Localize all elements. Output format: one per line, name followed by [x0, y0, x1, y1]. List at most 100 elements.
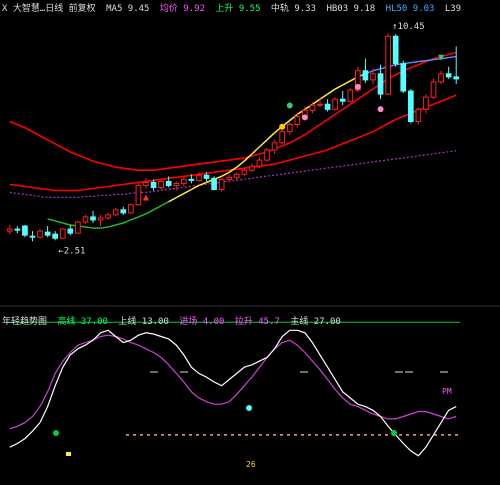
candle-body-33	[256, 159, 263, 167]
mid-line-seg-31	[236, 160, 245, 168]
osc-signal-dot-2	[391, 430, 397, 436]
osc-marker-26: 26	[246, 460, 256, 469]
candle-body-15	[120, 209, 127, 214]
candle-body-13	[105, 214, 111, 219]
mid-line-seg-33	[251, 146, 260, 155]
candle-body-14	[112, 209, 119, 216]
mid-line-seg-24	[183, 188, 192, 195]
candle-body-4	[37, 230, 43, 238]
candle-body-2	[22, 225, 28, 236]
candle-body-38	[294, 115, 301, 126]
candle-body-11	[90, 216, 96, 221]
header-item-6: HL50 9.03	[385, 4, 435, 14]
mid-line-seg-35	[266, 132, 276, 141]
header-item-5: HB03 9.18	[326, 4, 376, 14]
sub-item-0: 年轻趋势图	[2, 317, 48, 327]
header-item-0: X 大智慧…日线 前复权	[2, 4, 96, 14]
candle-body-12	[97, 217, 104, 221]
mid-line-seg-25	[191, 184, 200, 191]
header-item-3: 上升 9.55	[215, 4, 261, 14]
candle-body-31	[241, 169, 248, 175]
header-item-1: MA5 9.45	[106, 4, 150, 14]
mid-line-seg-56	[425, 58, 434, 62]
signal-dot-2	[286, 102, 293, 109]
mid-line-seg-54	[410, 60, 419, 64]
header-item-2: 均价 9.92	[159, 4, 205, 14]
mid-line-seg-45	[342, 80, 351, 86]
candle-body-51	[392, 35, 399, 65]
candle-body-57	[438, 73, 444, 83]
candle-body-48	[370, 73, 376, 81]
candle-body-41	[317, 103, 323, 106]
signal-dot-4	[354, 83, 361, 90]
mid-line-seg-7	[54, 220, 63, 224]
sub-item-2: 上线 13.00	[118, 317, 169, 327]
candle-body-49	[377, 73, 384, 95]
candle-body-55	[423, 96, 429, 110]
osc-marker-box	[66, 452, 71, 456]
lower-band-line	[9, 94, 457, 192]
mid-line-seg-8	[62, 222, 71, 226]
candle-body-36	[279, 131, 286, 144]
candle-body-24	[188, 178, 195, 181]
osc-white-line	[9, 329, 457, 457]
mid-line-seg-23	[175, 192, 185, 199]
mid-line-seg-19	[145, 209, 154, 215]
candle-body-28	[218, 178, 225, 191]
candle-body-9	[75, 221, 81, 234]
candle-body-54	[415, 108, 422, 123]
candle-body-32	[249, 165, 255, 171]
signal-dot-1	[279, 123, 286, 130]
mid-line-seg-34	[258, 139, 268, 148]
mid-line-seg-57	[433, 57, 442, 61]
candle-body-21	[165, 180, 172, 186]
sub-item-1: 高线 37.00	[57, 317, 108, 327]
mid-line-seg-44	[334, 84, 344, 90]
sub-item-3: 进场 4.00	[179, 317, 225, 327]
candle-body-30	[233, 173, 240, 178]
mid-line-seg-13	[100, 226, 109, 229]
candle-body-6	[52, 233, 59, 239]
candle-body-27	[211, 177, 217, 191]
high-price-label: ↑10.45	[392, 22, 425, 32]
header-item-4: 中轨 9.33	[270, 4, 317, 14]
indicator-header: 年轻趋势图 高线 37.00 上线 13.00 进场 4.00 拉升 45.7 …	[2, 314, 346, 327]
candle-body-7	[59, 228, 66, 239]
candle-body-8	[67, 228, 74, 234]
low-price-label: ←2.51	[58, 246, 85, 256]
candle-body-34	[264, 149, 270, 161]
chart-window: ↑10.45 ←2.51 26 PM X 大智慧…日线 前复权 MA5 9.45 均价…	[0, 0, 500, 485]
candle-body-45	[347, 89, 354, 102]
candle-body-25	[196, 174, 202, 181]
candle-body-26	[203, 174, 210, 179]
candle-body-5	[44, 231, 51, 236]
mid-line-seg-20	[153, 205, 162, 211]
candle-body-0	[6, 228, 13, 232]
candle-body-3	[29, 235, 36, 238]
mid-line-seg-55	[418, 59, 427, 63]
mid-line-seg-15	[115, 222, 124, 226]
mid-line-seg-17	[130, 216, 139, 221]
candle-body-52	[400, 63, 407, 92]
candle-body-47	[362, 70, 369, 81]
candle-body-50	[385, 35, 391, 95]
mid-line-seg-14	[107, 224, 116, 228]
mid-line-seg-41	[312, 98, 321, 105]
mid-line-seg-42	[319, 93, 329, 100]
osc-marker-pm: PM	[442, 387, 452, 396]
candle-body-35	[271, 142, 278, 151]
osc-signal-dot-3	[246, 405, 252, 411]
candle-body-23	[180, 178, 187, 184]
kline-chart[interactable]: ↑10.45 ←2.51 26 PM	[0, 0, 500, 485]
candle-body-40	[309, 104, 316, 111]
candle-body-29	[226, 176, 233, 180]
sub-item-5: 主线 27.00	[290, 317, 341, 327]
main-header: X 大智慧…日线 前复权 MA5 9.45 均价 9.92 上升 9.55 中轨…	[2, 1, 466, 14]
candle-body-22	[173, 182, 180, 186]
candle-body-17	[135, 184, 142, 206]
candle-body-42	[324, 103, 331, 110]
mid-line-seg-59	[448, 55, 457, 59]
mid-line-seg-21	[160, 201, 170, 207]
candle-body-1	[14, 228, 21, 231]
mid-line-seg-6	[47, 218, 56, 222]
